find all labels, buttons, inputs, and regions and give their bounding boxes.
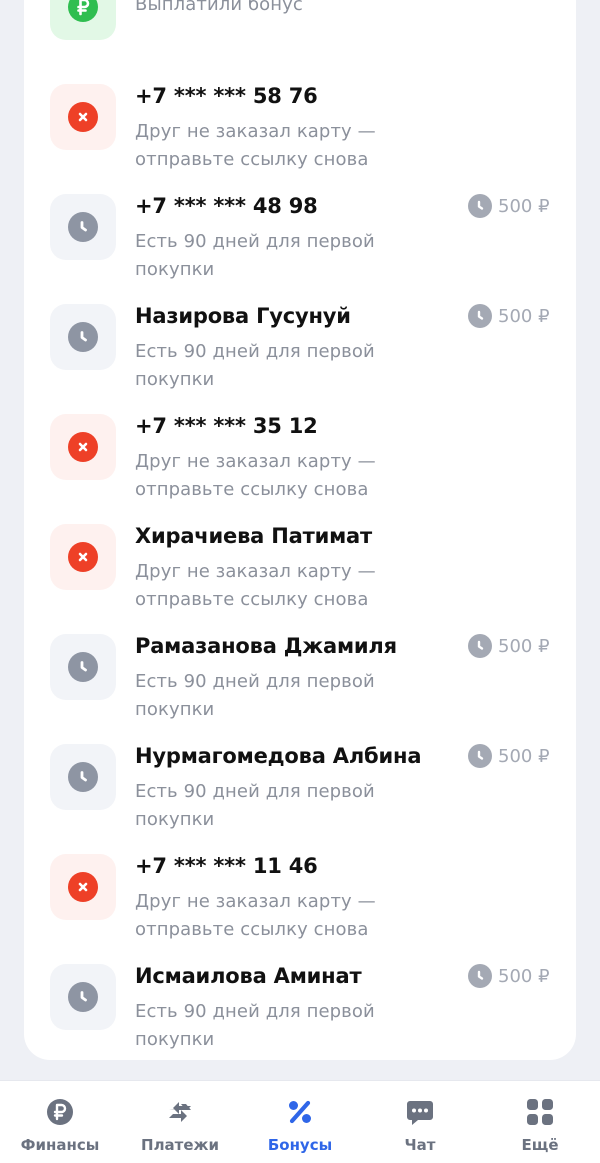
cross-icon xyxy=(68,432,98,462)
clock-icon xyxy=(468,964,492,988)
tab-label: Платежи xyxy=(141,1136,219,1154)
status-badge xyxy=(50,744,116,810)
chat-bubble-icon xyxy=(405,1097,435,1127)
referral-status-text: Друг не заказал карту — отправьте ссылку… xyxy=(135,561,376,610)
percent-icon xyxy=(285,1097,315,1127)
pending-bonus: 500 ₽ xyxy=(468,301,550,331)
ruble-icon xyxy=(68,0,98,22)
referral-name: Назирова Гусунуй xyxy=(135,304,351,328)
status-badge xyxy=(50,84,116,150)
pending-bonus: 500 ₽ xyxy=(468,631,550,661)
referral-name: Хирачиева Патимат xyxy=(135,524,372,548)
clock-icon xyxy=(68,652,98,682)
clock-icon xyxy=(68,982,98,1012)
ruble-circle-icon xyxy=(45,1097,75,1127)
bonus-amount: 500 ₽ xyxy=(498,965,550,987)
list-item[interactable]: Назирова Гусунуй Есть 90 дней для первой … xyxy=(0,304,600,414)
tab-bonuses[interactable]: Бонусы xyxy=(240,1081,360,1163)
referral-name: +7 *** *** 48 98 xyxy=(135,194,318,218)
tab-label: Бонусы xyxy=(267,1136,333,1154)
clock-icon xyxy=(68,762,98,792)
cross-icon xyxy=(68,872,98,902)
referral-name: +7 *** *** 35 12 xyxy=(135,414,318,438)
bonus-amount: 500 ₽ xyxy=(498,745,550,767)
tab-label: Финансы xyxy=(20,1136,100,1154)
list-item[interactable]: Нурмагомедова Албина Есть 90 дней для пер… xyxy=(0,744,600,854)
list-item[interactable]: Рамазанова Джамиля Есть 90 дней для перво… xyxy=(0,634,600,744)
clock-icon xyxy=(68,322,98,352)
tab-label: Ещё xyxy=(521,1136,559,1154)
referral-status-text: Есть 90 дней для первой покупки xyxy=(135,231,375,280)
status-badge xyxy=(50,524,116,590)
referral-status-text: Есть 90 дней для первой покупки xyxy=(135,1001,375,1050)
list-item[interactable]: Хирачиева Патимат Друг не заказал карту —… xyxy=(0,524,600,634)
transfer-arrows-icon xyxy=(165,1097,195,1127)
referral-name: Исмаилова Аминат xyxy=(135,964,362,988)
clock-icon xyxy=(68,212,98,242)
referral-status-text: Есть 90 дней для первой покупки xyxy=(135,671,375,720)
status-badge xyxy=(50,854,116,920)
referral-status-text: Друг не заказал карту — отправьте ссылку… xyxy=(135,121,376,170)
referral-name: Рамазанова Джамиля xyxy=(135,634,397,658)
status-badge xyxy=(50,194,116,260)
tab-label: Чат xyxy=(404,1136,436,1154)
tab-chat[interactable]: Чат xyxy=(360,1081,480,1163)
referral-name: +7 *** *** 58 76 xyxy=(135,84,318,108)
tab-more[interactable]: Ещё xyxy=(480,1081,600,1163)
referral-name: Нурмагомедова Албина xyxy=(135,744,422,768)
status-badge xyxy=(50,964,116,1030)
cross-icon xyxy=(68,542,98,572)
pending-bonus: 500 ₽ xyxy=(468,961,550,991)
clock-icon xyxy=(468,304,492,328)
referral-status-text: Есть 90 дней для первой покупки xyxy=(135,781,375,830)
pending-bonus: 500 ₽ xyxy=(468,191,550,221)
grid-icon xyxy=(525,1097,555,1127)
bonus-amount: 500 ₽ xyxy=(498,305,550,327)
referral-status-text: Выплатили бонус xyxy=(135,0,303,15)
referral-name: +7 *** *** 11 46 xyxy=(135,854,318,878)
bottom-tab-bar: Финансы Платежи Бонусы Чат Ещё xyxy=(0,1080,600,1163)
referral-status-text: Есть 90 дней для первой покупки xyxy=(135,341,375,390)
clock-icon xyxy=(468,194,492,218)
status-badge xyxy=(50,414,116,480)
status-badge xyxy=(50,0,116,40)
tab-payments[interactable]: Платежи xyxy=(120,1081,240,1163)
bonus-amount: 500 ₽ xyxy=(498,635,550,657)
referral-status-text: Друг не заказал карту — отправьте ссылку… xyxy=(135,451,376,500)
list-item[interactable]: +7 *** *** 35 12 Друг не заказал карту — … xyxy=(0,414,600,524)
pending-bonus: 500 ₽ xyxy=(468,741,550,771)
list-item[interactable]: +7 *** *** 58 76 Друг не заказал карту — … xyxy=(0,84,600,194)
cross-icon xyxy=(68,102,98,132)
status-badge xyxy=(50,634,116,700)
list-item[interactable]: Выплатили бонус xyxy=(0,0,600,84)
referral-status-text: Друг не заказал карту — отправьте ссылку… xyxy=(135,891,376,940)
clock-icon xyxy=(468,744,492,768)
referral-bonus-screen: Выплатили бонус +7 *** *** 58 76 Друг не з… xyxy=(0,0,600,1163)
list-item[interactable]: Исмаилова Аминат Есть 90 дней для первой … xyxy=(0,964,600,1074)
clock-icon xyxy=(468,634,492,658)
list-item[interactable]: +7 *** *** 11 46 Друг не заказал карту — … xyxy=(0,854,600,964)
list-item[interactable]: +7 *** *** 48 98 Есть 90 дней для первой … xyxy=(0,194,600,304)
status-badge xyxy=(50,304,116,370)
tab-finances[interactable]: Финансы xyxy=(0,1081,120,1163)
bonus-amount: 500 ₽ xyxy=(498,195,550,217)
